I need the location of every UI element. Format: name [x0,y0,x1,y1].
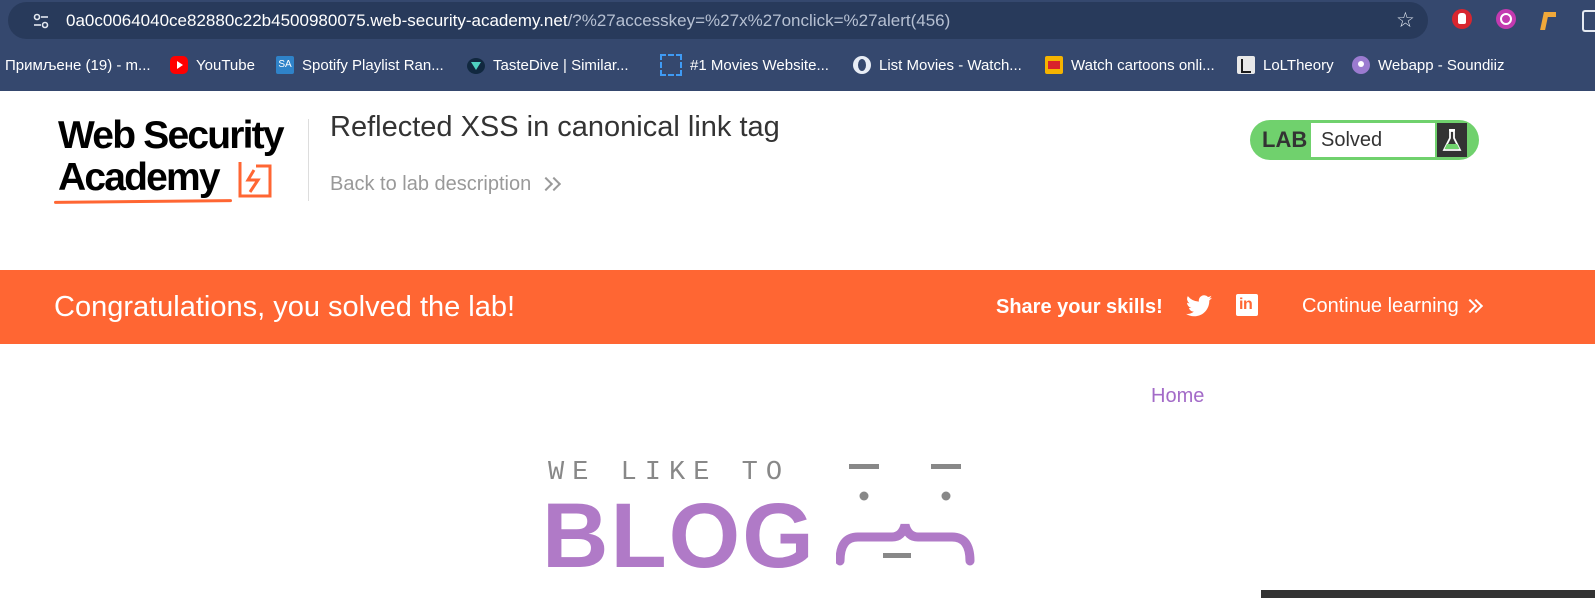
lab-label: LAB [1262,127,1308,152]
blog-tagline: WE LIKE TO [548,458,791,488]
bookmark-label: List Movies - Watch... [879,56,1022,74]
bookmark-tastedive[interactable]: TasteDive | Similar... [467,52,629,78]
url-host: 0a0c0064040ce82880c22b4500980075.web-sec… [66,11,568,30]
bookmark-loltheory[interactable]: LoLTheory [1237,52,1334,78]
bottom-dark-strip [1261,590,1595,598]
lab-title: Reflected XSS in canonical link tag [330,111,780,143]
lab-status-text: Solved [1321,129,1383,151]
bookmark-label: LoLTheory [1263,56,1334,74]
nav-home-link[interactable]: Home [1151,384,1204,408]
twitter-icon[interactable] [1186,295,1212,317]
bookmark-spotify[interactable]: SA Spotify Playlist Ran... [276,52,444,78]
lab-status-badge: LAB Solved [1250,120,1479,160]
flask-icon [1437,123,1467,157]
blog-face-logo-icon [836,464,975,566]
logo-line-2: Academy [58,156,221,199]
youtube-icon [170,56,188,74]
lab-status-box: Solved [1311,123,1435,157]
double-chevron-right-icon [539,176,563,192]
cartoons-icon [1045,56,1063,74]
bookmark-label: Webapp - Soundiiz [1378,56,1505,74]
bookmark-label: YouTube [196,56,255,74]
bookmarks-bar: Примљене (19) - m... YouTube SA Spotify P… [0,52,1595,78]
share-skills-label: Share your skills! [996,296,1163,318]
loltheory-icon [1237,56,1255,74]
back-link-label: Back to lab description [330,173,532,195]
extensions-menu-icon[interactable] [1582,10,1595,32]
extension-icon[interactable] [1539,8,1556,30]
bookmark-label: Spotify Playlist Ran... [302,56,444,74]
lightning-bolt-icon [238,162,272,198]
bookmark-label: #1 Movies Website... [690,56,829,74]
bookmark-label: Примљене (19) - m... [5,56,151,74]
blog-title: BLOG [542,485,816,587]
back-to-lab-description-link[interactable]: Back to lab description [330,172,563,196]
continue-learning-label: Continue learning [1302,295,1459,317]
bookmark-list-movies[interactable]: List Movies - Watch... [853,52,1022,78]
double-chevron-right-icon [1462,298,1483,314]
congratulations-message: Congratulations, you solved the lab! [54,291,516,323]
blocker-extension-icon[interactable] [1496,9,1516,29]
web-security-academy-logo[interactable]: Web Security Academy [52,116,302,208]
sa-icon: SA [276,56,294,74]
address-bar[interactable]: 0a0c0064040ce82880c22b4500980075.web-sec… [8,2,1428,39]
solved-banner: Congratulations, you solved the lab! Sha… [0,270,1595,344]
bookmark-soundiiz[interactable]: Webapp - Soundiiz [1352,52,1504,78]
bookmark-label: TasteDive | Similar... [493,56,629,74]
globe-icon [853,56,871,74]
bookmark-cartoons[interactable]: Watch cartoons onli... [1045,52,1215,78]
bookmark-label: Watch cartoons onli... [1071,56,1215,74]
browser-chrome: 0a0c0064040ce82880c22b4500980075.web-sec… [0,0,1595,91]
header-divider [308,119,309,201]
adblock-extension-icon[interactable] [1452,9,1472,29]
site-info-icon[interactable] [32,12,50,30]
soundiiz-icon [1352,56,1370,74]
continue-learning-link[interactable]: Continue learning [1302,294,1483,318]
url-path: /?%27accesskey=%27x%27onclick=%27alert(4… [567,11,951,30]
url-text[interactable]: 0a0c0064040ce82880c22b4500980075.web-sec… [66,10,950,32]
bookmark-star-icon[interactable]: ☆ [1396,9,1415,33]
bookmark-youtube[interactable]: YouTube [170,52,255,78]
linkedin-icon[interactable]: in [1236,294,1258,316]
logo-underline [53,199,233,204]
bookmark-gmail[interactable]: Примљене (19) - m... [5,52,151,78]
bookmark-movies[interactable]: #1 Movies Website... [660,52,829,78]
logo-line-1: Web Security [58,114,285,157]
movies-icon [660,54,682,76]
tastedive-icon [467,56,485,74]
